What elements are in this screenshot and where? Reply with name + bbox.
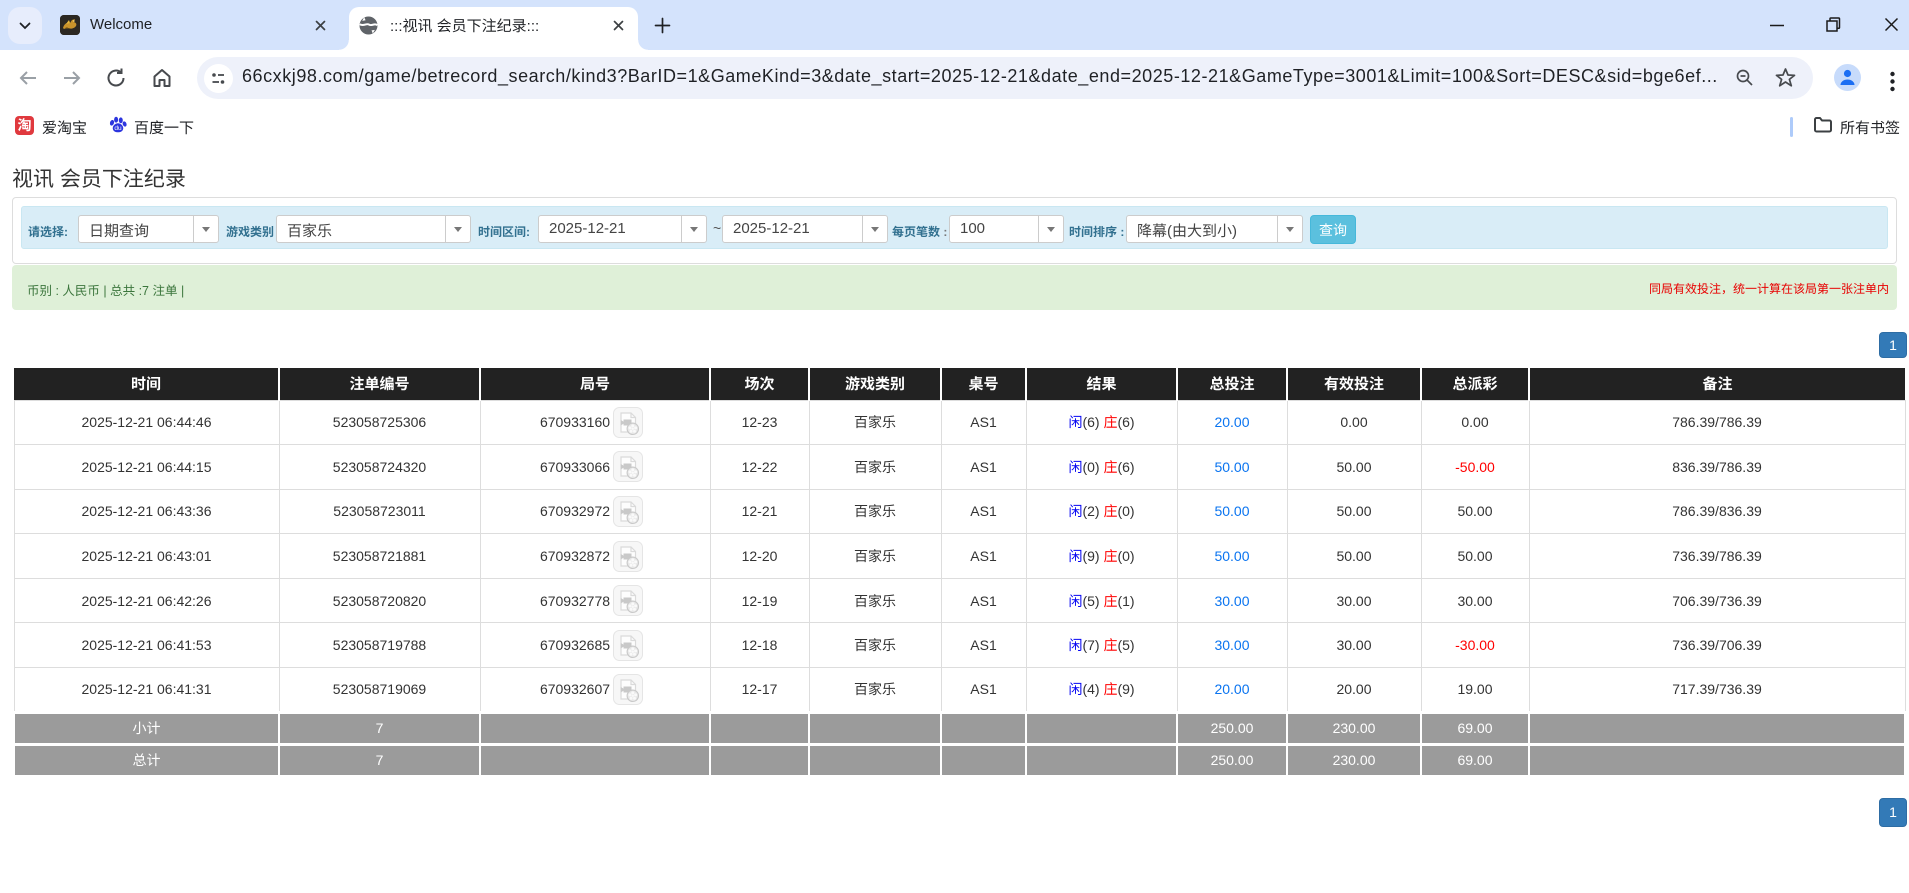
svg-text:du: du bbox=[114, 125, 122, 132]
